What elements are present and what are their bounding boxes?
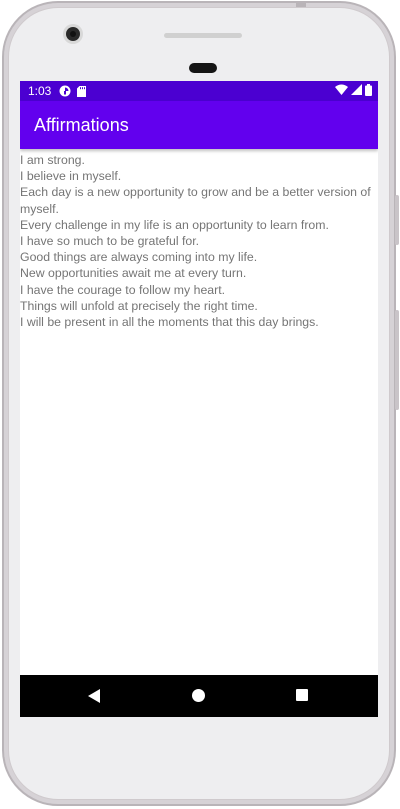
app-bar: Affirmations [20, 101, 378, 149]
battery-icon [365, 83, 372, 99]
status-icons [335, 81, 372, 101]
affirmation-item: I will be present in all the moments tha… [20, 315, 319, 330]
affirmation-item: Each day is a new opportunity to grow an… [20, 185, 371, 216]
wifi-icon [335, 84, 348, 98]
app-screen: 1:03 Affirmations I am strong. I believe… [20, 81, 378, 717]
data-saver-icon [59, 85, 71, 97]
status-bar: 1:03 [20, 81, 378, 101]
affirmation-item: Things will unfold at precisely the righ… [20, 298, 258, 313]
home-icon[interactable] [192, 689, 205, 702]
affirmations-list-container[interactable]: I am strong. I believe in myself. Each d… [20, 149, 378, 330]
affirmation-item: Good things are always coming into my li… [20, 250, 258, 265]
affirmations-list: I am strong. I believe in myself. Each d… [20, 152, 378, 330]
recents-icon[interactable] [296, 689, 308, 701]
power-button[interactable] [395, 310, 399, 410]
cell-signal-icon [351, 84, 362, 98]
affirmation-item: New opportunities await me at every turn… [20, 266, 247, 281]
frame-detail [296, 3, 306, 7]
earpiece-speaker [164, 33, 242, 38]
front-camera [66, 27, 80, 41]
affirmation-item: I have so much to be grateful for. [20, 234, 200, 249]
sd-card-icon [77, 85, 87, 97]
back-icon[interactable] [88, 689, 100, 703]
affirmation-item: Every challenge in my life is an opportu… [20, 217, 329, 232]
navigation-bar [20, 675, 378, 717]
status-time: 1:03 [28, 84, 52, 98]
affirmation-item: I am strong. [20, 153, 85, 167]
affirmation-item: I have the courage to follow my heart. [20, 282, 226, 297]
volume-button[interactable] [395, 195, 399, 245]
proximity-sensor [189, 63, 217, 73]
app-title: Affirmations [34, 114, 129, 135]
affirmation-item: I believe in myself. [20, 169, 122, 184]
